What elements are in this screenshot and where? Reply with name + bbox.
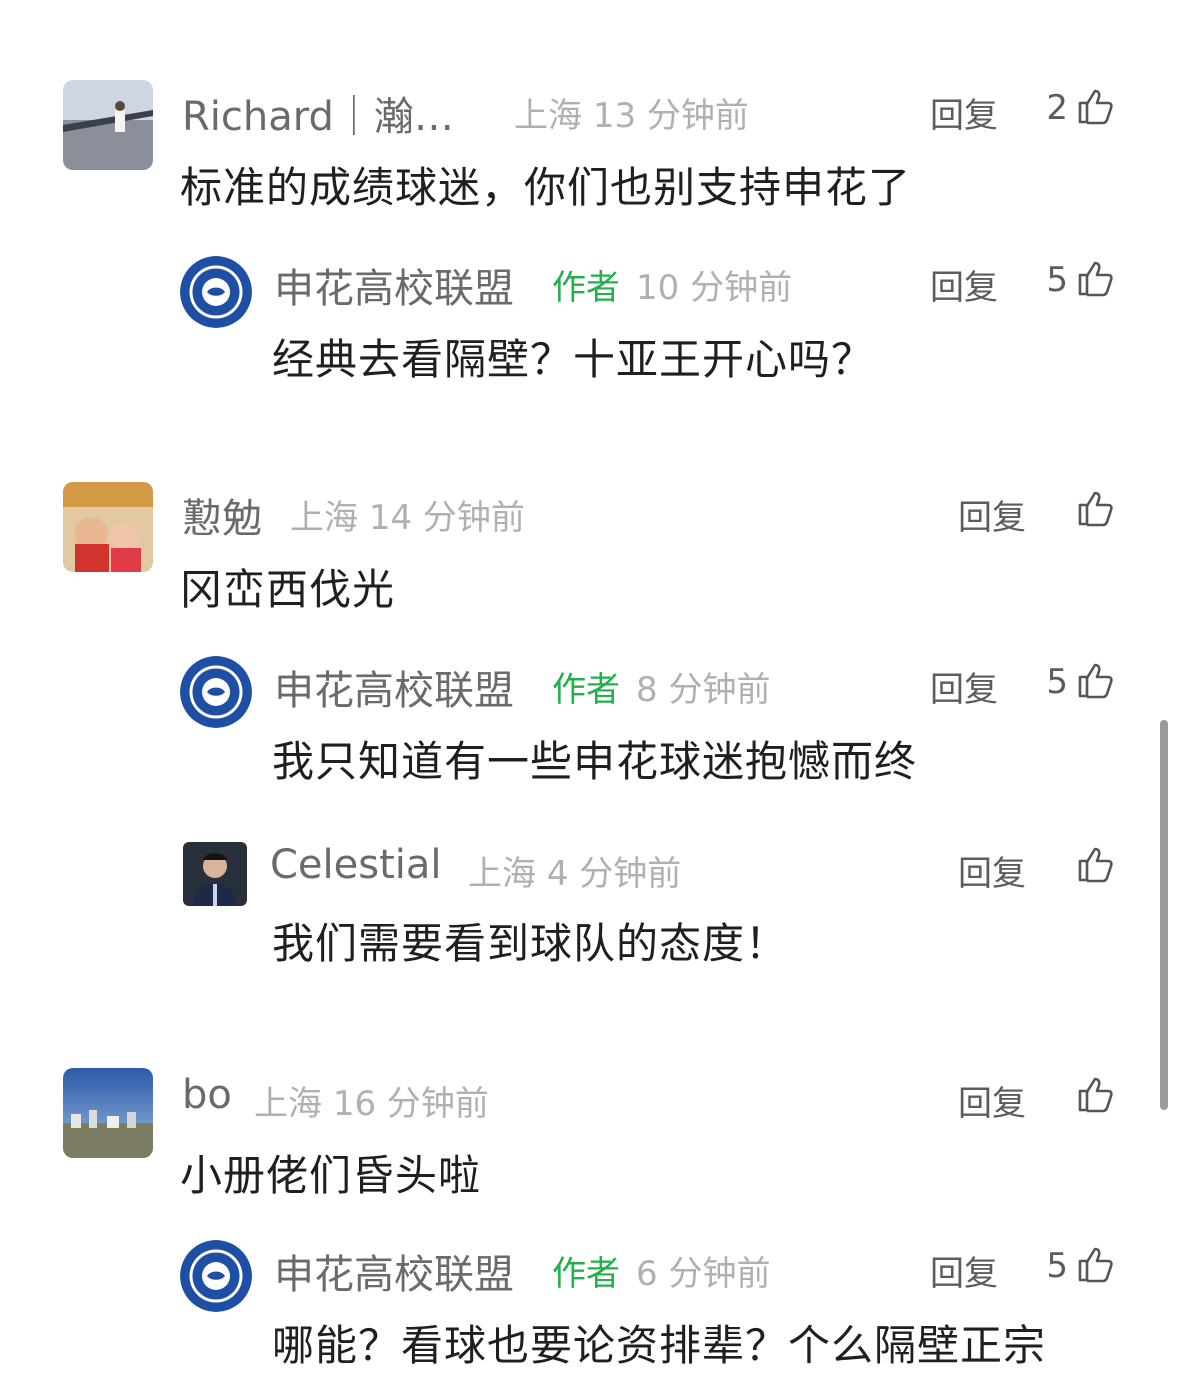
thumbs-up-icon — [1078, 663, 1113, 699]
comment-time: 14 分钟前 — [368, 498, 525, 538]
author-badge: 作者 — [552, 1254, 620, 1294]
reply-button[interactable]: 回复 — [958, 490, 1026, 539]
comment-author[interactable]: 懃勉 — [182, 486, 262, 544]
like-button[interactable] — [1076, 258, 1116, 302]
reply-button[interactable]: 回复 — [930, 662, 998, 711]
avatar[interactable] — [180, 256, 252, 328]
comment-author[interactable]: Celestial — [270, 842, 442, 888]
comment-author[interactable]: 申花高校联盟 — [274, 1242, 514, 1300]
like-count: 5 — [1046, 260, 1068, 300]
thumbs-up-icon — [1078, 89, 1113, 125]
comment-text: 小册佬们昏头啦 — [180, 1151, 482, 1200]
like-count: 5 — [1046, 1246, 1068, 1286]
like-count: 5 — [1046, 662, 1068, 702]
comment-time: 8 分钟前 — [636, 670, 771, 710]
comment-text: 我们需要看到球队的态度！ — [272, 919, 789, 968]
like-button[interactable] — [1076, 1074, 1116, 1118]
like-button[interactable] — [1076, 86, 1116, 130]
reply-button[interactable]: 回复 — [958, 1076, 1026, 1125]
thumbs-up-icon — [1078, 847, 1113, 883]
avatar[interactable] — [63, 1068, 153, 1158]
comment-author[interactable]: bo — [182, 1072, 232, 1118]
thumbs-up-icon — [1078, 1077, 1113, 1113]
comment-location: 上海 — [254, 1084, 322, 1124]
reply-button[interactable]: 回复 — [958, 846, 1026, 895]
thumbs-up-icon — [1078, 491, 1113, 527]
like-button[interactable] — [1076, 1244, 1116, 1288]
reply-button[interactable]: 回复 — [930, 88, 998, 137]
comment-text: 标准的成绩球迷，你们也别支持申花了 — [180, 163, 912, 212]
comment-time: 13 分钟前 — [592, 96, 749, 136]
reply-button[interactable]: 回复 — [930, 1246, 998, 1295]
comment-location: 上海 — [514, 96, 582, 136]
comment-author[interactable]: Richard｜瀚… — [182, 84, 454, 142]
thumbs-up-icon — [1078, 1247, 1113, 1283]
comment-author[interactable]: 申花高校联盟 — [274, 658, 514, 716]
comment-text: 我只知道有一些申花球迷抱憾而终 — [272, 737, 918, 786]
comment-location: 上海 — [468, 854, 536, 894]
like-count: 2 — [1046, 88, 1068, 128]
comment-text: 哪能？看球也要论资排辈？个么隔壁正宗 — [272, 1321, 1047, 1370]
author-badge: 作者 — [552, 268, 620, 308]
like-button[interactable] — [1076, 844, 1116, 888]
comment-time: 4 分钟前 — [546, 854, 682, 894]
thumbs-up-icon — [1078, 261, 1113, 297]
like-button[interactable] — [1076, 488, 1116, 532]
avatar[interactable] — [63, 482, 153, 572]
reply-button[interactable]: 回复 — [930, 260, 998, 309]
comment-text: 冈峦西伐光 — [180, 565, 396, 614]
comment-author[interactable]: 申花高校联盟 — [274, 256, 514, 314]
like-button[interactable] — [1076, 660, 1116, 704]
avatar[interactable] — [63, 80, 153, 170]
comment-time: 6 分钟前 — [636, 1254, 771, 1294]
author-badge: 作者 — [552, 670, 620, 710]
avatar[interactable] — [180, 1240, 252, 1312]
avatar[interactable] — [183, 842, 247, 906]
scrollbar[interactable] — [1160, 720, 1168, 1110]
comment-time: 10 分钟前 — [636, 268, 793, 308]
comment-text: 经典去看隔壁？十亚王开心吗？ — [272, 335, 875, 384]
comment-location: 上海 — [290, 498, 358, 538]
comment-time: 16 分钟前 — [332, 1084, 489, 1124]
avatar[interactable] — [180, 656, 252, 728]
